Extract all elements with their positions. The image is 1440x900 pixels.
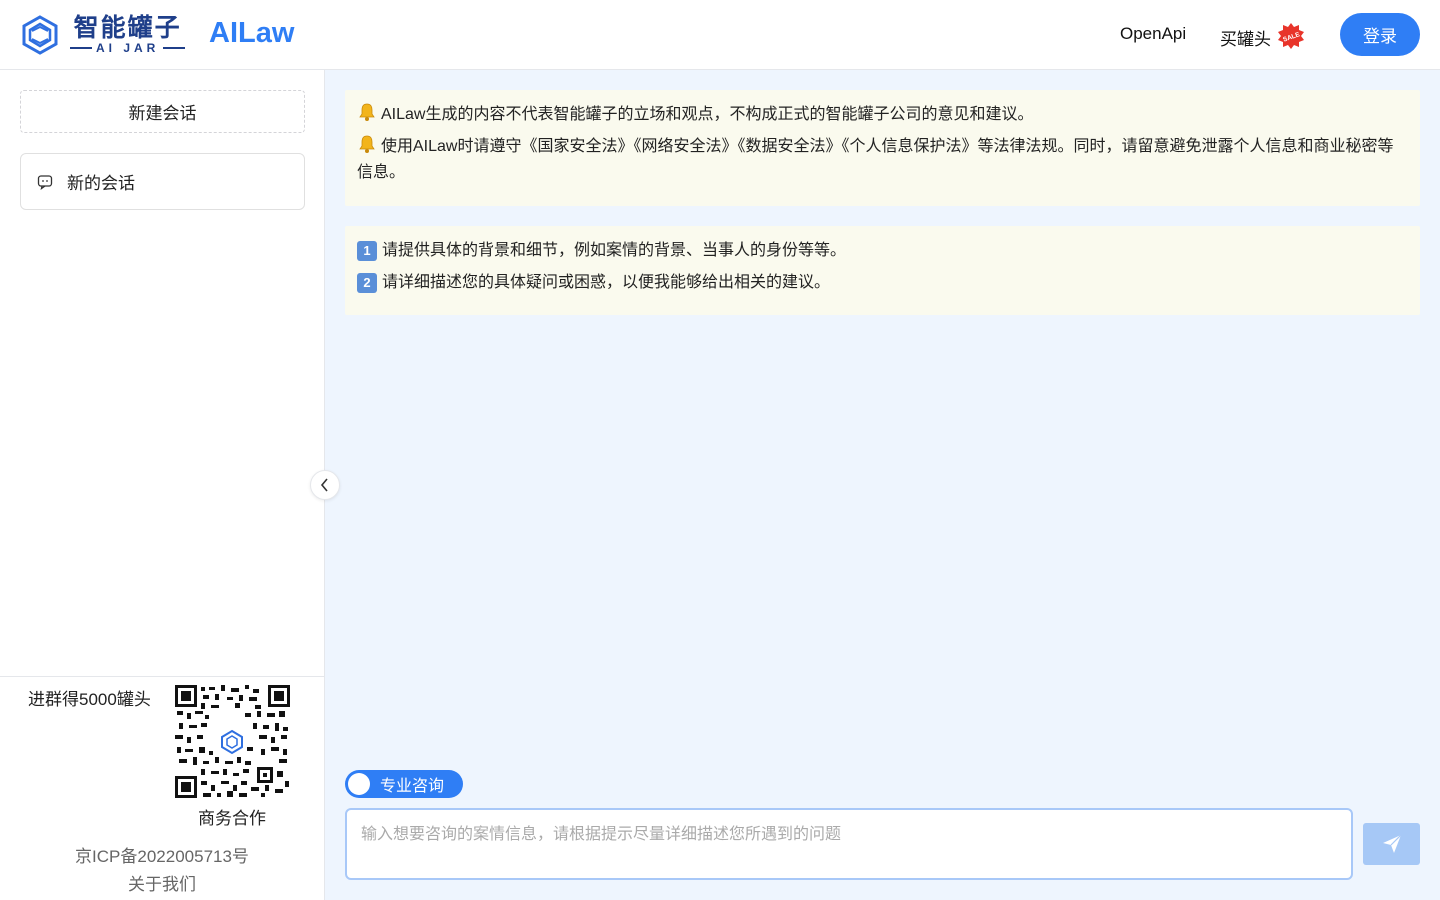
notice-text: AILaw生成的内容不代表智能罐子的立场和观点，不构成正式的智能罐子公司的意见和… [381,106,1034,123]
app-name: AILaw [209,17,295,49]
tip-text: 请提供具体的背景和细节，例如案情的背景、当事人的身份等等。 [382,242,847,259]
sidebar: 新建会话 新的会话 进群得5000罐头 商务合作 京ICP备2022005713… [0,70,325,900]
sale-badge-icon: SALE [1278,23,1304,49]
disclaimer-notice: AILaw生成的内容不代表智能罐子的立场和观点，不构成正式的智能罐子公司的意见和… [345,90,1420,206]
about-us-link[interactable]: 关于我们 [0,870,324,895]
professional-consult-toggle[interactable]: 专业咨询 [345,770,463,798]
new-chat-button[interactable]: 新建会话 [20,90,305,133]
tips-notice: 1 请提供具体的背景和细节，例如案情的背景、当事人的身份等等。 2 请详细描述您的具… [345,226,1420,315]
keycap-two-icon: 2 [357,273,377,293]
tip-line: 2 请详细描述您的具体疑问或困惑，以便我能够给出相关的建议。 [357,270,1408,296]
chevron-left-icon [320,478,328,492]
chat-bubble-icon [37,174,53,190]
send-icon [1382,834,1401,853]
toggle-knob [348,773,370,795]
login-button[interactable]: 登录 [1340,13,1420,56]
sidebar-footer: 进群得5000罐头 商务合作 京ICP备2022005713号 关于我们 [0,676,324,900]
notice-line: 使用AILaw时请遵守《国家安全法》《网络安全法》《数据安全法》《个人信息保护法… [357,134,1408,186]
logo-en-text: AI JAR [66,41,189,55]
chat-list-item[interactable]: 新的会话 [20,153,305,210]
chat-list-item-label: 新的会话 [67,174,135,193]
tip-text: 请详细描述您的具体疑问或困惑，以便我能够给出相关的建议。 [382,274,831,291]
notice-text: 使用AILaw时请遵守《国家安全法》《网络安全法》《数据安全法》《个人信息保护法… [357,138,1394,181]
tip-line: 1 请提供具体的背景和细节，例如案情的背景、当事人的身份等等。 [357,238,1408,264]
top-header: 智能罐子 AI JAR AILaw OpenApi 买罐头 SALE 登录 [0,0,1440,70]
notice-line: AILaw生成的内容不代表智能罐子的立场和观点，不构成正式的智能罐子公司的意见和… [357,102,1408,128]
brand-logo[interactable]: 智能罐子 AI JAR [20,14,189,56]
nav-buy-label: 买罐头 [1220,29,1271,49]
nav-openapi-link[interactable]: OpenApi [1120,24,1186,44]
nav-buy-link[interactable]: 买罐头 SALE [1220,23,1305,50]
group-promo-text: 进群得5000罐头 [28,690,151,709]
qr-code-image [175,685,290,798]
send-button[interactable] [1363,823,1420,865]
collapse-sidebar-button[interactable] [310,470,340,500]
logo-mark-icon [22,15,58,55]
bell-icon [359,135,375,153]
consult-input[interactable] [345,808,1353,880]
logo-cn-text: 智能罐子 [73,14,182,42]
chat-main-area: AILaw生成的内容不代表智能罐子的立场和观点，不构成正式的智能罐子公司的意见和… [325,70,1440,900]
business-cooperation-text: 商务合作 [198,809,266,828]
toggle-label: 专业咨询 [380,778,445,795]
bell-icon [359,103,375,121]
icp-link[interactable]: 京ICP备2022005713号 [0,842,324,867]
keycap-one-icon: 1 [357,241,377,261]
